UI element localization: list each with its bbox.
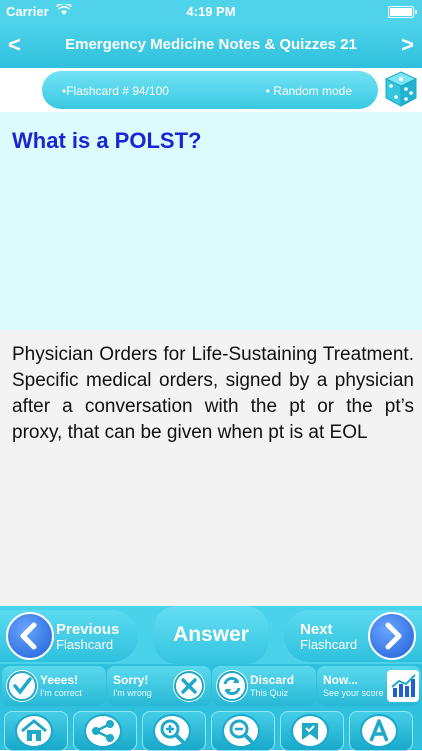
tool-bar xyxy=(0,708,422,751)
question-text: What is a POLST? xyxy=(12,128,202,153)
flashcard-info-pill: •Flashcard # 94/100 • Random mode xyxy=(42,71,378,109)
zoom-out-button[interactable] xyxy=(211,711,275,751)
info-row: •Flashcard # 94/100 • Random mode xyxy=(0,68,422,112)
discard-quiz-button[interactable]: Discard This Quiz xyxy=(212,666,316,706)
zoom-in-icon xyxy=(153,714,191,748)
zoom-in-button[interactable] xyxy=(142,711,206,751)
answer-panel: Physician Orders for Life-Sustaining Tre… xyxy=(0,330,422,606)
random-mode-label: • Random mode xyxy=(265,84,352,98)
next-sublabel: Flashcard xyxy=(300,637,358,652)
answer-actions: Yeees! I'm correct Sorry! I'm wrong Disc… xyxy=(0,664,422,708)
recycle-icon xyxy=(216,670,248,702)
wrong-label: Sorry! xyxy=(113,673,149,687)
flashcard-controls: Previous Flashcard Answer Next Flashcard xyxy=(0,606,422,664)
bookmark-button[interactable] xyxy=(280,711,344,751)
bookmark-icon xyxy=(291,714,329,748)
score-label: Now... xyxy=(323,673,358,687)
share-button[interactable] xyxy=(73,711,137,751)
check-icon xyxy=(6,670,38,702)
share-icon xyxy=(84,714,122,748)
next-label: Next xyxy=(300,621,333,638)
discard-sublabel: This Quiz xyxy=(250,688,289,698)
score-sublabel: See your score xyxy=(323,688,384,698)
answer-text: Physician Orders for Life-Sustaining Tre… xyxy=(12,344,414,443)
correct-label: Yeees! xyxy=(40,673,79,687)
battery-icon xyxy=(388,6,417,18)
previous-flashcard-button[interactable]: Previous Flashcard xyxy=(0,610,138,662)
status-bar: Carrier 4:19 PM xyxy=(0,0,422,22)
cross-icon xyxy=(173,670,205,702)
home-button[interactable] xyxy=(4,711,68,751)
next-flashcard-button[interactable]: Next Flashcard xyxy=(284,610,422,662)
wrong-sublabel: I'm wrong xyxy=(113,688,152,698)
status-time: 4:19 PM xyxy=(186,4,236,19)
home-icon xyxy=(15,714,53,748)
see-score-button[interactable]: Now... See your score xyxy=(317,666,421,706)
chart-icon xyxy=(387,670,419,702)
dice-icon[interactable] xyxy=(384,70,418,108)
back-chevron-icon[interactable]: < xyxy=(8,32,21,58)
nav-title: Emergency Medicine Notes & Quizzes 21 xyxy=(65,36,357,53)
font-icon xyxy=(360,714,398,748)
zoom-out-icon xyxy=(222,714,260,748)
correct-button[interactable]: Yeees! I'm correct xyxy=(2,666,106,706)
right-arrow-icon xyxy=(368,612,416,660)
font-size-button[interactable] xyxy=(349,711,413,751)
previous-label: Previous xyxy=(56,621,120,638)
left-arrow-icon xyxy=(6,612,54,660)
previous-sublabel: Flashcard xyxy=(56,637,114,652)
navigation-bar: < Emergency Medicine Notes & Quizzes 21 … xyxy=(0,22,422,68)
question-panel: What is a POLST? xyxy=(0,112,422,330)
forward-chevron-icon[interactable]: > xyxy=(401,32,414,58)
answer-button[interactable]: Answer xyxy=(154,606,268,664)
flashcard-counter: •Flashcard # 94/100 xyxy=(62,84,169,98)
wrong-button[interactable]: Sorry! I'm wrong xyxy=(107,666,211,706)
discard-label: Discard xyxy=(250,673,295,687)
bottom-toolbar: Previous Flashcard Answer Next Flashcard… xyxy=(0,606,422,751)
correct-sublabel: I'm correct xyxy=(40,688,82,698)
